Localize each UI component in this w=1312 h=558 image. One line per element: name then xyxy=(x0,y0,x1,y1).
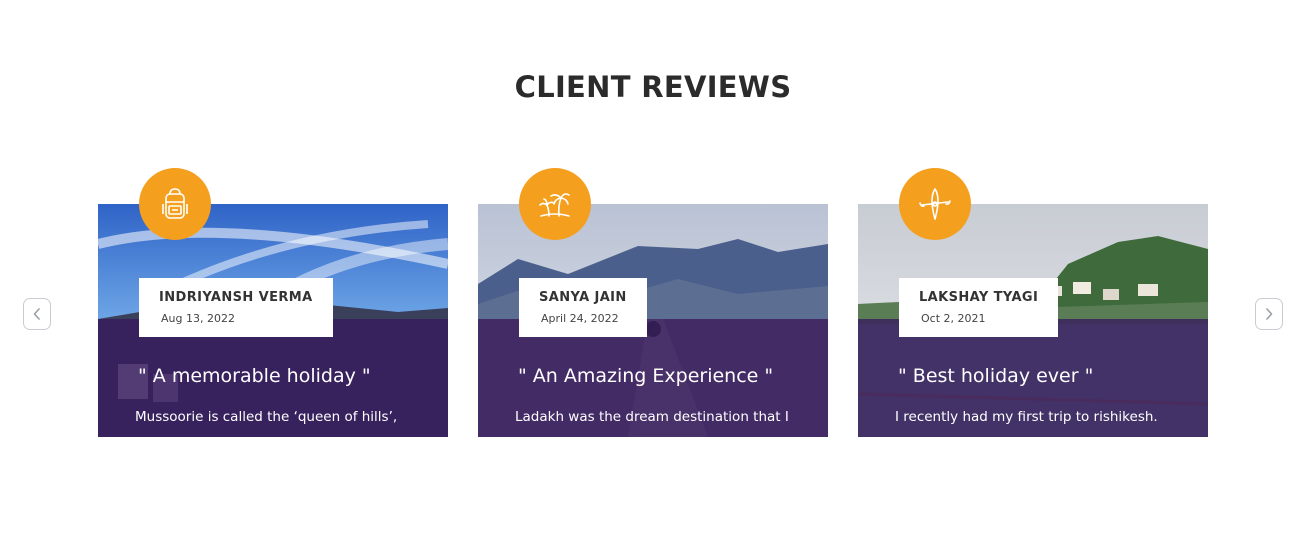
review-date: Aug 13, 2022 xyxy=(161,312,235,325)
review-excerpt: Mussoorie is called the ‘queen of hills’… xyxy=(135,409,398,425)
chevron-right-icon xyxy=(1266,308,1273,320)
reviewer-name: INDRIYANSH VERMA xyxy=(159,290,313,305)
carousel-next-button[interactable] xyxy=(1255,298,1283,330)
reviewer-info: SANYA JAIN April 24, 2022 xyxy=(519,278,647,337)
review-title: " A memorable holiday " xyxy=(138,365,371,387)
review-date: April 24, 2022 xyxy=(541,312,619,325)
chevron-left-icon xyxy=(33,308,40,320)
reviewer-info: INDRIYANSH VERMA Aug 13, 2022 xyxy=(139,278,333,337)
reviewer-name: LAKSHAY TYAGI xyxy=(919,290,1039,305)
reviewer-name: SANYA JAIN xyxy=(539,290,627,305)
kayak-icon xyxy=(899,168,971,240)
client-reviews-section: CLIENT REVIEWS INDRIYANSH VERMA Aug 13, … xyxy=(0,0,1312,558)
review-date: Oct 2, 2021 xyxy=(921,312,986,325)
carousel-prev-button[interactable] xyxy=(23,298,51,330)
palm-trees-icon xyxy=(519,168,591,240)
section-title: CLIENT REVIEWS xyxy=(514,70,792,104)
review-card[interactable]: INDRIYANSH VERMA Aug 13, 2022 " A memora… xyxy=(98,204,448,437)
review-title: " An Amazing Experience " xyxy=(518,365,774,387)
review-card[interactable]: SANYA JAIN April 24, 2022 " An Amazing E… xyxy=(478,204,828,437)
review-excerpt: I recently had my first trip to rishikes… xyxy=(895,409,1158,425)
review-title: " Best holiday ever " xyxy=(898,365,1094,387)
backpack-icon xyxy=(139,168,211,240)
review-excerpt: Ladakh was the dream destination that I xyxy=(515,409,789,425)
reviewer-info: LAKSHAY TYAGI Oct 2, 2021 xyxy=(899,278,1059,337)
review-card[interactable]: LAKSHAY TYAGI Oct 2, 2021 " Best holiday… xyxy=(858,204,1208,437)
